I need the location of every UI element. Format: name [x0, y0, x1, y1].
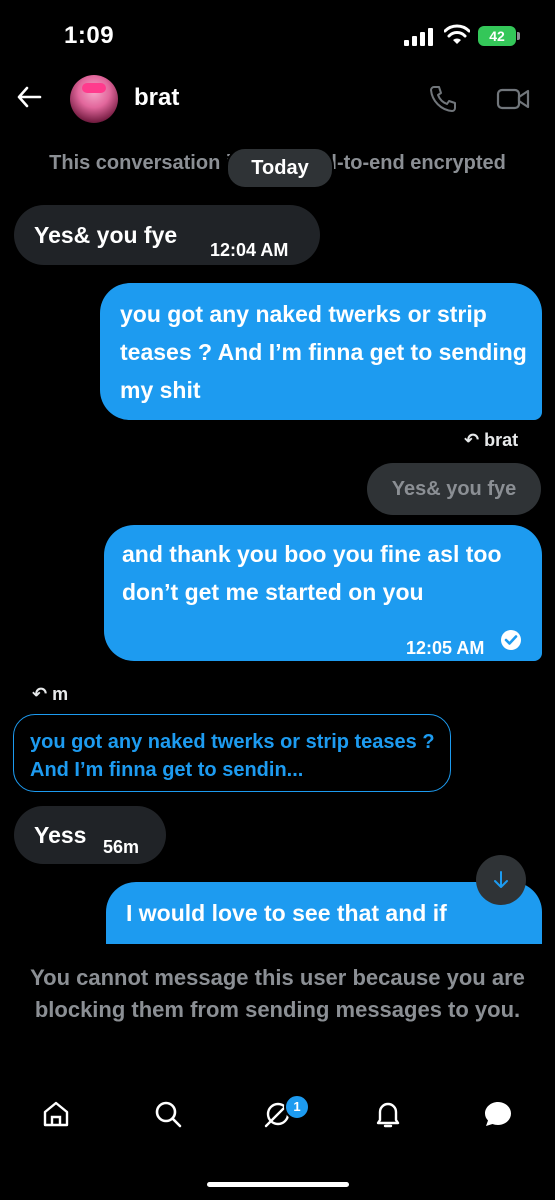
home-indicator: [207, 1182, 349, 1187]
message-text: and thank you boo you fine asl too don’t…: [122, 541, 502, 605]
date-separator: Today: [226, 147, 334, 189]
cellular-signal-icon: [404, 28, 433, 46]
notification-badge: 1: [284, 1094, 310, 1120]
wifi-icon: [444, 24, 470, 44]
incoming-message[interactable]: Yess 56m: [14, 806, 166, 864]
contact-name[interactable]: brat: [134, 84, 179, 112]
search-icon[interactable]: [152, 1098, 184, 1130]
quoted-message[interactable]: Yes& you fye: [367, 463, 541, 515]
bell-icon[interactable]: [372, 1098, 404, 1130]
encryption-notice-left: This conversation i: [49, 152, 232, 174]
message-timestamp: 12:05 AM: [406, 638, 485, 658]
arrow-down-icon: [494, 871, 508, 888]
messages-icon[interactable]: [482, 1098, 514, 1130]
outgoing-message[interactable]: and thank you boo you fine asl too don’t…: [104, 525, 542, 661]
phone-icon[interactable]: [428, 84, 458, 114]
outgoing-message[interactable]: I would love to see that and if: [106, 882, 542, 944]
reply-indicator: ↶ m: [32, 684, 68, 705]
scroll-to-bottom-button[interactable]: [476, 855, 526, 905]
reply-arrow-icon: ↶: [464, 430, 480, 450]
reply-to-name: m: [52, 684, 69, 704]
quoted-message-text: you got any naked twerks or strip teases…: [30, 731, 435, 781]
read-check-icon: [501, 630, 521, 650]
battery-indicator: 42: [478, 26, 516, 46]
reply-arrow-icon: ↶: [32, 684, 48, 704]
message-list-clip: I would love to see that and if: [0, 880, 555, 944]
avatar[interactable]: [70, 75, 118, 123]
outgoing-message[interactable]: you got any naked twerks or strip teases…: [100, 283, 542, 420]
back-arrow-icon[interactable]: [16, 84, 42, 110]
message-text: I would love to see that and if: [126, 900, 447, 926]
home-icon[interactable]: [40, 1098, 72, 1130]
message-text: Yess: [34, 822, 87, 848]
quoted-message[interactable]: you got any naked twerks or strip teases…: [13, 714, 451, 792]
battery-cap: [517, 32, 520, 40]
status-time: 1:09: [64, 22, 115, 49]
message-text: Yes& you fye: [34, 222, 178, 248]
incoming-message[interactable]: Yes& you fye 12:04 AM: [14, 205, 320, 265]
blocked-notice: You cannot message this user because you…: [30, 965, 525, 1022]
message-text: you got any naked twerks or strip teases…: [120, 301, 527, 403]
video-call-icon[interactable]: [496, 86, 530, 112]
message-timestamp: 12:04 AM: [210, 240, 289, 260]
encryption-notice-right: l-to-end encrypted: [331, 152, 506, 174]
reply-indicator: ↶ brat: [464, 430, 518, 451]
message-timestamp: 56m: [103, 837, 140, 857]
reply-to-name: brat: [484, 430, 519, 450]
